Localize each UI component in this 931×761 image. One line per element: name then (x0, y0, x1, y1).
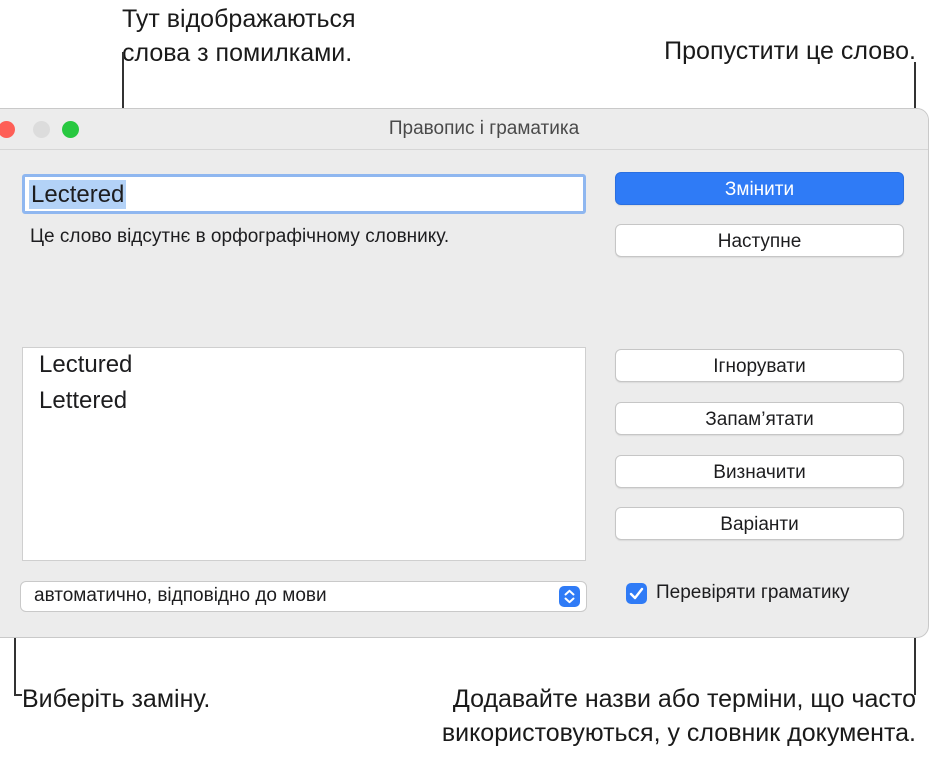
callout-ignore: Пропустити це слово. (664, 37, 916, 65)
misspelled-word-text: Lectered (29, 180, 127, 209)
spelling-grammar-window: Правопис і граматика Lectered Це слово в… (0, 108, 929, 638)
callout-line: використовуються, у словник документа. (441, 719, 916, 747)
learn-button[interactable]: Запам’ятати (615, 402, 904, 435)
callout-choose-replacement: Виберіть заміну. (22, 685, 211, 713)
change-button[interactable]: Змінити (615, 172, 904, 205)
check-grammar-label: Перевіряти граматику (656, 582, 850, 603)
callout-leader-line (14, 694, 22, 696)
select-stepper-icon (559, 586, 580, 607)
define-button[interactable]: Визначити (615, 455, 904, 488)
callout-learn: Додавайте назви або терміни, що часто ви… (442, 682, 916, 750)
guesses-button[interactable]: Варіанти (615, 507, 904, 540)
list-item[interactable]: Lettered (39, 387, 127, 415)
ignore-button[interactable]: Ігнорувати (615, 349, 904, 382)
language-select[interactable]: автоматично, відповідно до мови (20, 581, 587, 612)
callout-line: слова з помилками. (122, 39, 353, 67)
list-item[interactable]: Lectured (39, 351, 132, 379)
callout-line: Тут відображаються (122, 5, 356, 33)
misspelled-word-field[interactable]: Lectered (22, 174, 586, 214)
window-title: Правопис і граматика (388, 118, 580, 139)
next-button[interactable]: Наступне (615, 224, 904, 257)
check-grammar-checkbox[interactable] (626, 583, 647, 604)
callout-line: Додавайте назви або терміни, що часто (452, 685, 916, 713)
spelling-status-text: Це слово відсутнє в орфографічному словн… (30, 226, 450, 247)
language-select-value: автоматично, відповідно до мови (34, 585, 327, 606)
checkmark-icon (629, 587, 644, 600)
callout-misspelled-word: Тут відображаються слова з помилками. (122, 2, 356, 70)
suggestions-list[interactable]: Lectured Lettered (22, 347, 586, 561)
title-bar: Правопис і граматика (0, 109, 928, 150)
